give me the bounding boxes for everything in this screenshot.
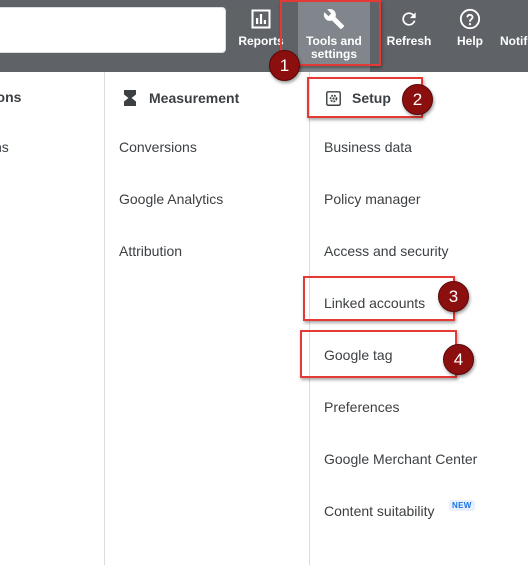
help-icon [459,8,481,30]
highlight-box-linked-accounts [303,276,455,321]
menu-item-policy-manager[interactable]: Policy manager [324,191,421,207]
bell-icon [500,8,522,30]
notifications-label: Notific [500,34,528,48]
menu-item-conversions[interactable]: Conversions [119,139,197,155]
menu-item-google-merchant-center[interactable]: Google Merchant Center [324,451,477,467]
reports-label: Reports [238,34,284,48]
menu-item-google-analytics[interactable]: Google Analytics [119,191,223,207]
measurement-heading: Measurement [121,89,239,107]
refresh-icon [399,8,419,30]
help-label: Help [456,34,483,48]
highlight-box-google-tag [300,330,457,378]
step-badge-2: 2 [402,84,433,115]
top-toolbar: Reports Tools and settings Refresh Help … [0,0,528,72]
new-badge: NEW [449,500,475,511]
left-column-heading: tions [0,89,22,105]
step-badge-1: 1 [269,50,300,81]
left-column-item[interactable]: ns [0,139,9,155]
hourglass-icon [121,89,139,107]
menu-item-access-and-security[interactable]: Access and security [324,243,449,259]
menu-item-attribution[interactable]: Attribution [119,243,182,259]
menu-item-business-data[interactable]: Business data [324,139,412,155]
refresh-label: Refresh [386,34,432,48]
step-badge-4: 4 [443,344,474,375]
measurement-heading-label: Measurement [149,90,240,106]
search-input[interactable] [0,7,226,53]
step-badge-3: 3 [438,281,469,312]
refresh-button[interactable]: Refresh [385,0,433,72]
bar-chart-icon [251,8,271,30]
help-button[interactable]: Help [452,0,488,72]
notifications-button[interactable]: Notific [500,0,528,72]
column-divider [104,72,105,565]
menu-item-content-suitability[interactable]: Content suitability [324,503,435,519]
menu-item-preferences[interactable]: Preferences [324,399,399,415]
